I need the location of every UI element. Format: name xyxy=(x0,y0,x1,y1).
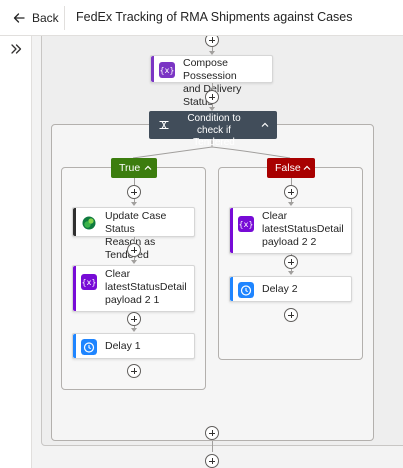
left-rail xyxy=(0,36,32,468)
divider xyxy=(64,6,65,30)
clear-variable-action-card[interactable]: {x} Clear latestStatusDetail payload 2 2 xyxy=(229,207,352,254)
clear-variable-action-title: Clear latestStatusDetail payload 2 2 xyxy=(262,210,344,248)
plus-circle-icon[interactable] xyxy=(284,308,298,322)
plus-circle-icon[interactable] xyxy=(127,364,141,378)
delay-2-action-title: Delay 2 xyxy=(262,283,298,295)
curly-braces-icon: {x} xyxy=(159,62,175,78)
condition-icon xyxy=(159,121,169,129)
true-branch-text: True xyxy=(119,162,141,174)
arrow-down-icon xyxy=(131,328,137,332)
flow-title: FedEx Tracking of RMA Shipments against … xyxy=(76,10,353,24)
update-case-action-card[interactable]: Update Case Status Reason as Tendered xyxy=(72,207,195,261)
back-button[interactable]: Back xyxy=(8,6,63,30)
connector-line xyxy=(133,178,135,185)
connector-line xyxy=(211,446,213,452)
card-accent xyxy=(73,334,76,358)
condition-title: Condition to check if Tendered xyxy=(187,113,241,148)
plus-circle-icon[interactable] xyxy=(284,185,298,199)
card-accent xyxy=(73,266,76,311)
back-label: Back xyxy=(32,11,59,25)
clock-icon xyxy=(81,339,97,355)
arrow-down-icon xyxy=(288,202,294,206)
arrow-down-icon xyxy=(131,202,137,206)
connector-line xyxy=(211,83,213,90)
condition-header[interactable]: Condition to check if Tendered xyxy=(149,111,277,148)
chevron-up-icon xyxy=(303,165,311,170)
clear-variable-action-title: Clear latestStatusDetail payload 2 1 xyxy=(105,268,187,306)
plus-circle-icon[interactable] xyxy=(284,255,298,269)
variable-icon: {x} xyxy=(81,274,97,290)
card-accent xyxy=(73,208,76,236)
plus-circle-icon[interactable] xyxy=(205,90,219,104)
plus-circle-icon[interactable] xyxy=(127,312,141,326)
flow-canvas[interactable]: {x} Compose Possession and Delivery Stat… xyxy=(32,36,403,468)
delay-1-action-card[interactable]: Delay 1 xyxy=(72,333,195,359)
double-chevron-right-icon[interactable] xyxy=(9,42,23,56)
variable-icon: {x} xyxy=(238,216,254,232)
update-case-action-title: Update Case Status Reason as Tendered xyxy=(105,210,167,261)
arrow-left-icon xyxy=(13,13,25,23)
chevron-up-icon[interactable] xyxy=(261,121,269,129)
false-branch-label[interactable]: False xyxy=(267,158,315,178)
card-accent xyxy=(230,208,233,253)
arrow-down-icon xyxy=(288,271,294,275)
plus-circle-icon[interactable] xyxy=(205,426,219,440)
card-accent xyxy=(151,56,154,82)
false-branch-text: False xyxy=(275,162,301,174)
plus-circle-icon[interactable] xyxy=(205,454,219,468)
compose-action-card[interactable]: {x} Compose Possession and Delivery Stat… xyxy=(150,55,273,108)
compose-action-title: Compose Possession and Delivery Status xyxy=(183,57,242,108)
top-bar: Back FedEx Tracking of RMA Shipments aga… xyxy=(0,0,403,36)
connector-line xyxy=(290,178,292,185)
delay-2-action-card[interactable]: Delay 2 xyxy=(229,276,352,302)
delay-1-action-title: Delay 1 xyxy=(105,340,141,352)
plus-circle-icon[interactable] xyxy=(127,185,141,199)
arrow-down-icon xyxy=(131,260,137,264)
dataverse-icon xyxy=(82,216,96,230)
plus-circle-icon[interactable] xyxy=(127,243,141,257)
clock-icon xyxy=(238,282,254,298)
card-accent xyxy=(230,277,233,301)
chevron-up-icon xyxy=(144,165,152,170)
clear-variable-action-card[interactable]: {x} Clear latestStatusDetail payload 2 1 xyxy=(72,265,195,312)
true-branch-label[interactable]: True xyxy=(111,158,157,178)
